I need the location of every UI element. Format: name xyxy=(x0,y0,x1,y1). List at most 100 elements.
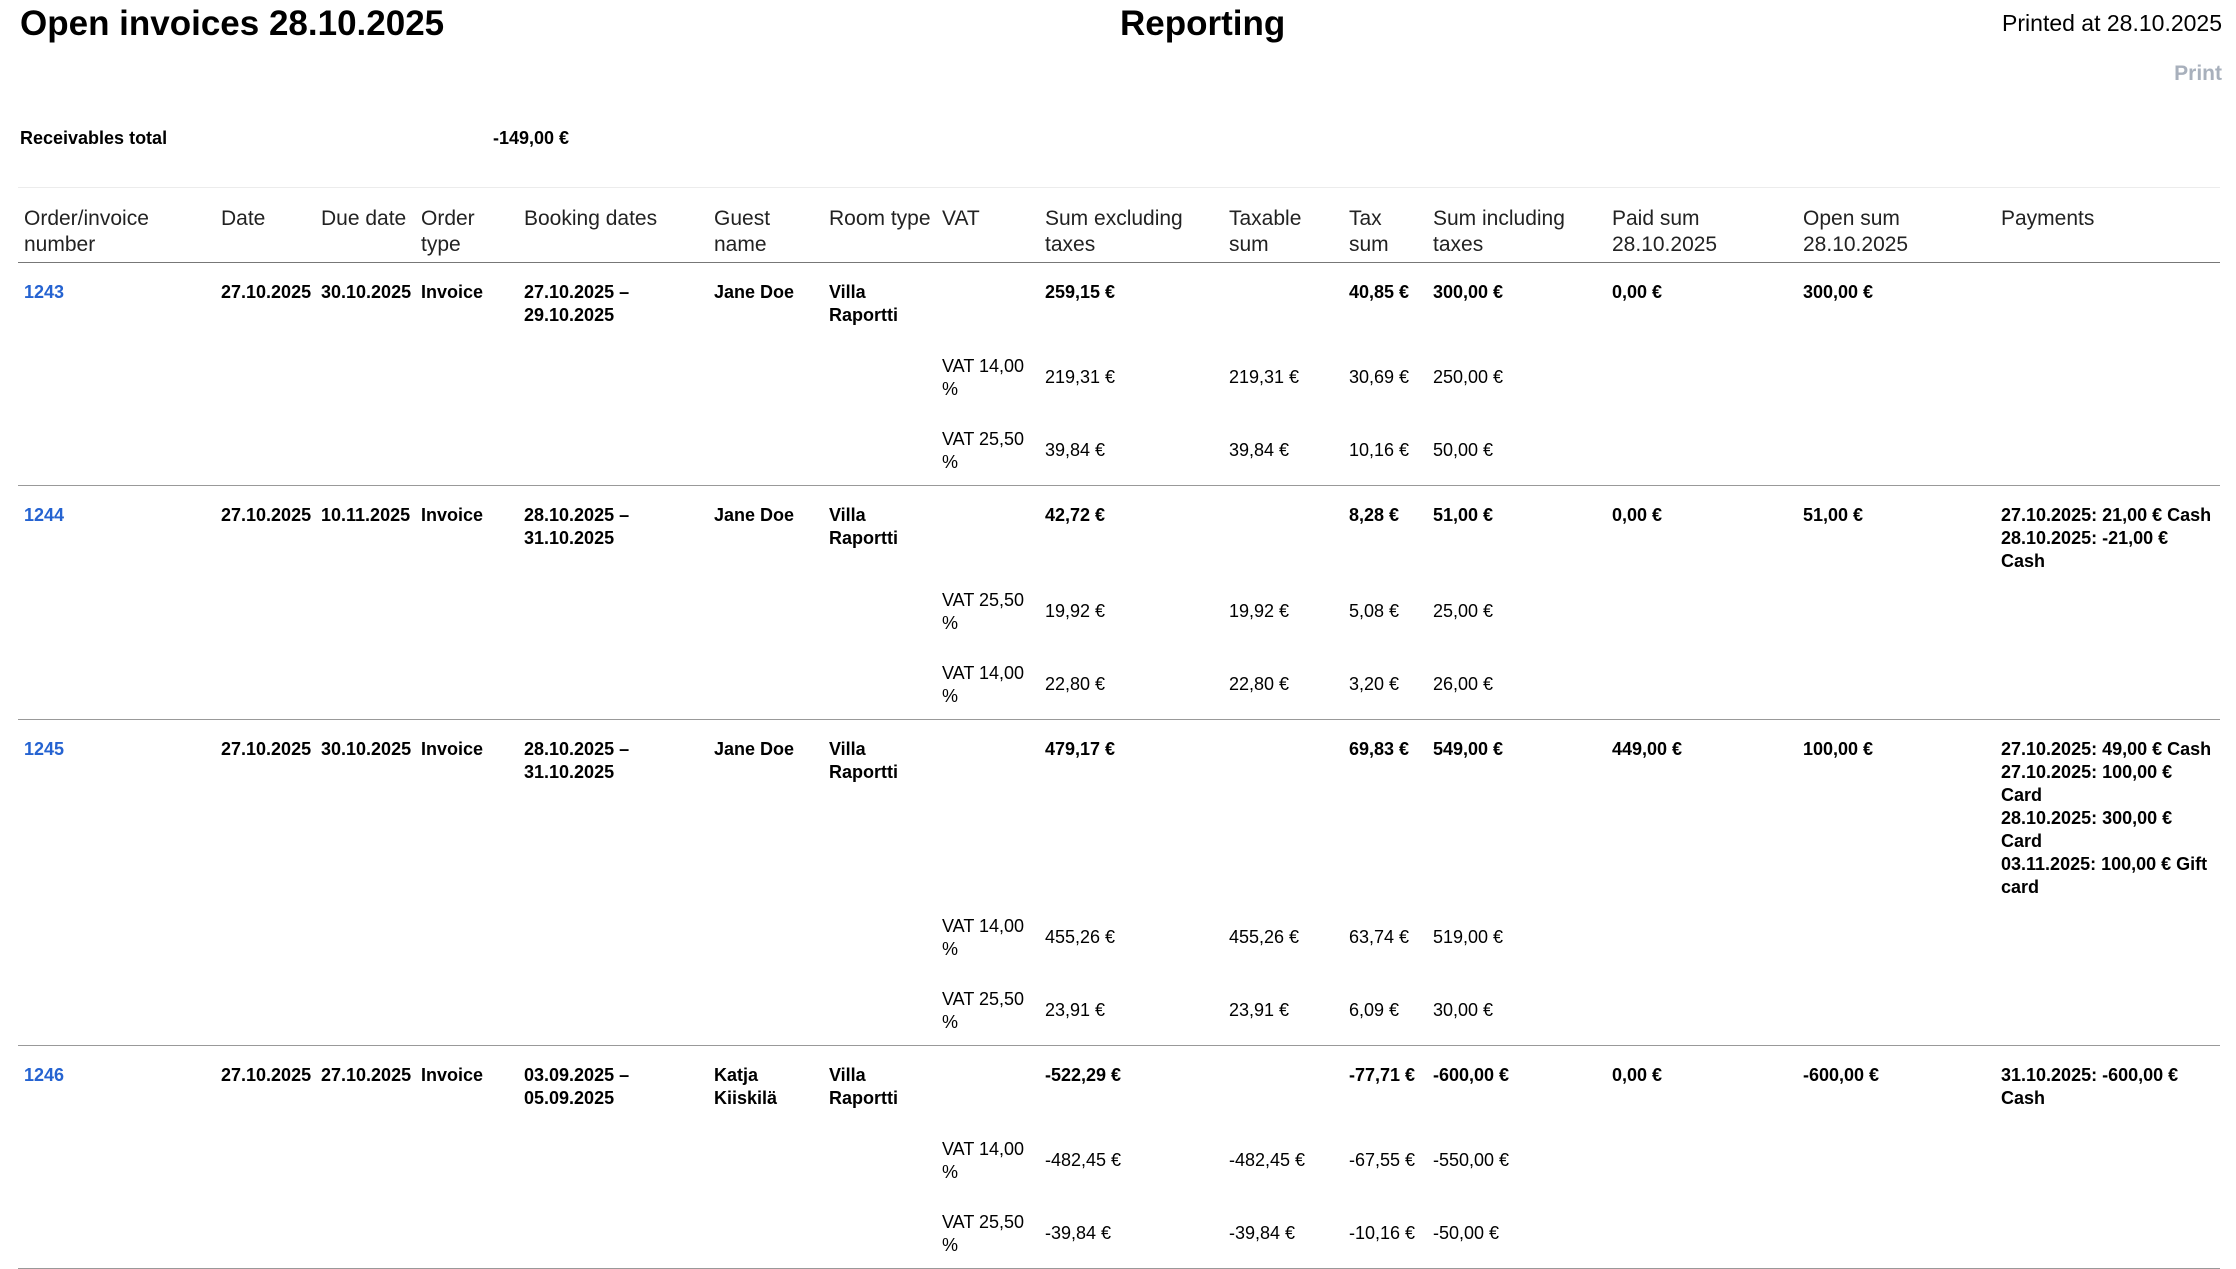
taxable-sum-cell: 39,84 € xyxy=(1223,412,1343,486)
empty-cell xyxy=(823,1195,936,1269)
tax-sum-cell: 5,08 € xyxy=(1349,601,1400,621)
empty-cell xyxy=(708,1122,823,1195)
room-type-cell: Villa Raportti xyxy=(829,739,898,782)
empty-cell xyxy=(1995,972,2220,1046)
taxable-sum-cell: -39,84 € xyxy=(1223,1195,1343,1269)
report-section-title: Reporting xyxy=(1120,4,1286,43)
empty-cell xyxy=(1606,972,1797,1046)
empty-cell xyxy=(1995,899,2220,972)
vat-breakdown-row: VAT 14,00 % 455,26 € 455,26 € 63,74 € 519,00… xyxy=(18,899,2220,972)
empty-cell xyxy=(415,339,518,412)
vat-breakdown-row: VAT 14,00 % -482,45 € -482,45 € -67,55 € -55… xyxy=(18,1122,2220,1195)
sum-including-cell: 50,00 € xyxy=(1427,412,1606,486)
empty-cell xyxy=(518,339,708,412)
sum-including-cell: 250,00 € xyxy=(1433,367,1504,387)
empty-cell xyxy=(1606,412,1797,486)
sum-including-cell: 51,00 € xyxy=(1433,505,1494,525)
sum-including-cell: 300,00 € xyxy=(1433,282,1504,302)
tax-sum-cell: 10,16 € xyxy=(1343,412,1427,486)
date-cell: 27.10.2025 xyxy=(221,739,312,759)
paid-sum-cell: 0,00 € xyxy=(1612,505,1663,525)
payment-entry: 28.10.2025: 300,00 € Card xyxy=(2001,808,2173,851)
sum-excluding-cell: 42,72 € xyxy=(1045,505,1106,525)
empty-cell xyxy=(1797,573,1995,646)
empty-cell xyxy=(315,573,415,646)
tax-sum-cell: 6,09 € xyxy=(1343,972,1427,1046)
sum-including-cell: 25,00 € xyxy=(1433,601,1494,621)
tax-sum-cell: -67,55 € xyxy=(1349,1150,1416,1170)
vat-rate-cell: VAT 25,50 % xyxy=(942,589,1025,633)
empty-cell xyxy=(518,573,708,646)
tax-sum-cell: 8,28 € xyxy=(1349,505,1400,525)
empty-cell xyxy=(415,573,518,646)
empty-cell xyxy=(1995,646,2220,720)
empty-cell xyxy=(1797,972,1995,1046)
col-paid-sum: Paid sum 28.10.2025 xyxy=(1606,196,1797,263)
open-sum-cell: -600,00 € xyxy=(1803,1065,1880,1085)
empty-cell xyxy=(823,1122,936,1195)
empty-cell xyxy=(1797,339,1995,412)
empty-cell xyxy=(1606,1195,1797,1269)
paid-sum-cell: 449,00 € xyxy=(1612,739,1683,759)
order-type-cell: Invoice xyxy=(421,739,484,759)
vat-breakdown-row: VAT 25,50 % -39,84 € -39,84 € -10,16 € -50,0… xyxy=(18,1195,2220,1269)
sum-excluding-cell: 22,80 € xyxy=(1039,646,1223,720)
payment-entry: 27.10.2025: 100,00 € Card xyxy=(2001,762,2173,805)
date-cell: 27.10.2025 xyxy=(221,505,312,525)
paid-sum-cell: 0,00 € xyxy=(1612,1065,1663,1085)
empty-cell xyxy=(18,646,215,720)
empty-cell xyxy=(823,899,936,972)
payments-cell xyxy=(1995,263,2220,340)
print-link[interactable]: Print xyxy=(2174,62,2222,86)
sum-including-cell: 26,00 € xyxy=(1427,646,1606,720)
divider xyxy=(18,187,2220,188)
order-number-link[interactable]: 1243 xyxy=(24,282,64,302)
due-date-cell: 27.10.2025 xyxy=(321,1065,412,1085)
payment-entry: 27.10.2025: 21,00 € Cash xyxy=(2001,505,2212,525)
vat-rate-cell: VAT 14,00 % xyxy=(942,1138,1025,1182)
empty-cell xyxy=(1995,573,2220,646)
sum-excluding-cell: 219,31 € xyxy=(1045,367,1116,387)
empty-cell xyxy=(823,972,936,1046)
col-order-type: Order type xyxy=(415,196,518,263)
empty-cell xyxy=(1606,339,1797,412)
order-number-link[interactable]: 1245 xyxy=(24,739,64,759)
sum-excluding-cell: 259,15 € xyxy=(1045,282,1116,302)
vat-cell xyxy=(936,720,1039,900)
taxable-sum-cell xyxy=(1223,720,1343,900)
order-type-cell: Invoice xyxy=(421,505,484,525)
taxable-sum-cell: 22,80 € xyxy=(1223,646,1343,720)
empty-cell xyxy=(215,573,315,646)
receivables-total-value: -149,00 € xyxy=(493,128,570,148)
sum-excluding-cell: -522,29 € xyxy=(1045,1065,1122,1085)
empty-cell xyxy=(18,1195,215,1269)
tax-sum-cell: 3,20 € xyxy=(1343,646,1427,720)
receivables-total-label: Receivables total xyxy=(20,128,168,148)
vat-breakdown-row: VAT 14,00 % 22,80 €22,80 €3,20 €26,00 € xyxy=(18,646,2220,720)
col-guest-name: Guest name xyxy=(708,196,823,263)
taxable-sum-cell xyxy=(1223,1046,1343,1123)
order-number-cell: 1245 xyxy=(18,720,215,900)
order-number-cell: 1246 xyxy=(18,1046,215,1123)
due-date-cell: 10.11.2025 xyxy=(321,505,411,525)
invoice-row: 1243 27.10.2025 30.10.2025 Invoice 27.10.202… xyxy=(18,263,2220,340)
sum-excluding-cell: -39,84 € xyxy=(1039,1195,1223,1269)
invoice-rows: 1243 27.10.2025 30.10.2025 Invoice 27.10.202… xyxy=(18,263,2220,1269)
payment-entry: 27.10.2025: 49,00 € Cash xyxy=(2001,739,2212,759)
taxable-sum-cell: 19,92 € xyxy=(1229,601,1290,621)
vat-cell xyxy=(936,1046,1039,1123)
empty-cell xyxy=(1995,1122,2220,1195)
empty-cell xyxy=(1606,1122,1797,1195)
order-number-link[interactable]: 1246 xyxy=(24,1065,64,1085)
guest-name-cell: Jane Doe xyxy=(714,739,795,759)
order-number-link[interactable]: 1244 xyxy=(24,505,64,525)
empty-cell xyxy=(708,972,823,1046)
empty-cell xyxy=(215,1122,315,1195)
col-booking-dates: Booking dates xyxy=(518,196,708,263)
empty-cell xyxy=(415,646,518,720)
taxable-sum-cell: 219,31 € xyxy=(1229,367,1300,387)
date-cell: 27.10.2025 xyxy=(221,1065,312,1085)
empty-cell xyxy=(18,972,215,1046)
sum-excluding-cell: 479,17 € xyxy=(1045,739,1116,759)
tax-sum-cell: 40,85 € xyxy=(1349,282,1410,302)
